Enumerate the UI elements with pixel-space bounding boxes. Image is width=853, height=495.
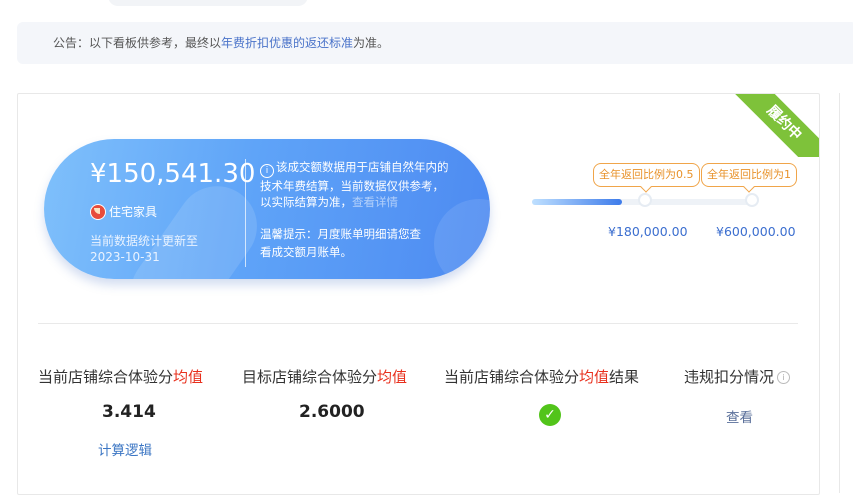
view-details-link[interactable]: 查看详情	[352, 195, 398, 209]
update-label: 当前数据统计更新至	[90, 234, 199, 248]
announcement-suffix: 为准。	[353, 36, 390, 50]
announcement-bar: 公告：以下看板供参考，最终以年费折扣优惠的返还标准为准。	[17, 22, 853, 64]
help-icon[interactable]: i	[777, 371, 791, 384]
calculation-logic-link[interactable]: 计算逻辑	[98, 439, 152, 459]
tip-line-1: 温馨提示：月度账单明细请您查	[260, 227, 421, 241]
view-violation-button[interactable]: 查看	[726, 406, 753, 426]
metric-title-avg-result: 当前店铺综合体验分均值结果	[444, 368, 640, 386]
milestone-tag-2: 全年返回比例为1	[701, 163, 797, 187]
tip-line-2: 看成交额月账单。	[260, 245, 352, 259]
milestone-tag-1: 全年返回比例为0.5	[593, 163, 700, 187]
section-divider	[38, 323, 798, 324]
metric-title-violation: 违规扣分情况 i	[684, 366, 791, 387]
status-ribbon-label: 履约中	[734, 94, 819, 157]
adjacent-card-edge	[839, 93, 853, 493]
status-ribbon: 履约中	[734, 94, 819, 157]
sales-summary-banner: ¥150,541.30 住宅家具 当前数据统计更新至 2023-10-31 i该…	[44, 139, 490, 279]
milestone-value-1: ¥180,000.00	[608, 224, 688, 239]
banner-divider	[245, 159, 246, 267]
progress-fill	[532, 199, 623, 205]
info-line-2: 技术年费结算，当前数据仅供参考，	[260, 179, 444, 193]
announcement-link[interactable]: 年费折扣优惠的返还标准	[221, 36, 353, 50]
update-info: 当前数据统计更新至 2023-10-31	[90, 233, 198, 265]
milestone-value-2: ¥600,000.00	[716, 224, 796, 239]
info-line-1: 该成交额数据用于店铺自然年内的	[276, 160, 449, 174]
contract-card: 履约中 ¥150,541.30 住宅家具 当前数据统计更新至 2023-10-3…	[17, 93, 820, 495]
monthly-bill-tip: 温馨提示：月度账单明细请您查 看成交额月账单。	[260, 225, 450, 261]
check-icon: ✓	[539, 404, 561, 426]
info-icon: i	[260, 164, 274, 178]
announcement-prefix: 公告：以下看板供参考，最终以	[53, 36, 222, 50]
store-category: 住宅家具	[90, 203, 157, 220]
info-line-3: 以实际结算为准，	[260, 195, 352, 209]
metric-value-target-avg: 2.6000	[299, 402, 365, 422]
milestone-node-1	[638, 193, 652, 207]
data-description: i 该成交额数据用于店铺自然年内的 技术年费结算，当前数据仅供参考， 以实际结算为…	[260, 159, 470, 210]
metric-title-target-avg: 目标店铺综合体验分均值	[242, 368, 408, 386]
sales-amount: ¥150,541.30	[90, 159, 256, 189]
metric-value-current-avg: 3.414	[102, 402, 156, 422]
top-tab-pill	[108, 0, 308, 6]
category-icon	[90, 203, 106, 220]
update-date: 2023-10-31	[90, 250, 160, 264]
milestone-node-2	[745, 193, 759, 207]
category-label: 住宅家具	[109, 205, 158, 219]
metric-title-current-avg: 当前店铺综合体验分均值	[38, 368, 204, 386]
